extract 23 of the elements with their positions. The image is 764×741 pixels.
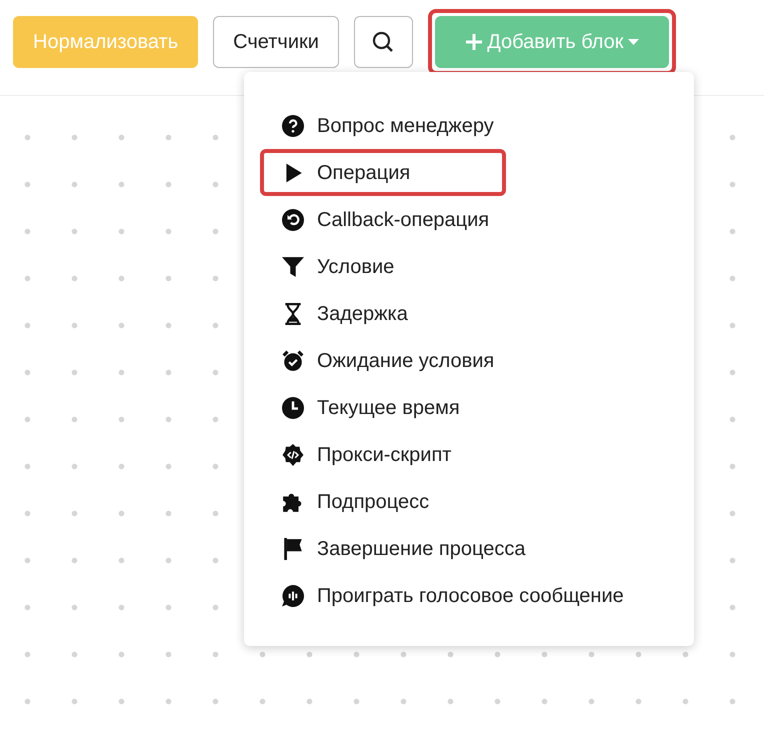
counters-button[interactable]: Счетчики	[213, 16, 339, 68]
menu-item[interactable]: Проиграть голосовое сообщение	[260, 572, 686, 619]
filter-icon	[282, 256, 304, 278]
voice-message-icon	[282, 584, 304, 606]
menu-item[interactable]: Завершение процесса	[260, 525, 686, 572]
menu-item[interactable]: Подпроцесс	[260, 478, 686, 525]
menu-item[interactable]: Ожидание условия	[260, 337, 686, 384]
menu-item[interactable]: Callback-операция	[260, 196, 686, 243]
question-icon	[282, 114, 304, 136]
menu-item[interactable]: Операция	[260, 149, 506, 196]
menu-item[interactable]: Условие	[260, 243, 686, 290]
code-gear-icon	[282, 444, 304, 466]
menu-item[interactable]: Текущее время	[260, 384, 686, 431]
flag-icon	[282, 538, 304, 560]
clock-icon	[282, 396, 304, 418]
menu-item[interactable]: Задержка	[260, 290, 686, 337]
menu-item[interactable]: Вопрос менеджеру	[260, 102, 686, 149]
search-icon	[372, 31, 394, 53]
search-button[interactable]	[354, 16, 413, 68]
plus-icon	[465, 33, 484, 51]
undo-icon	[282, 208, 304, 230]
alarm-clock-icon	[282, 350, 304, 372]
menu-item[interactable]: Прокси-скрипт	[260, 431, 686, 478]
